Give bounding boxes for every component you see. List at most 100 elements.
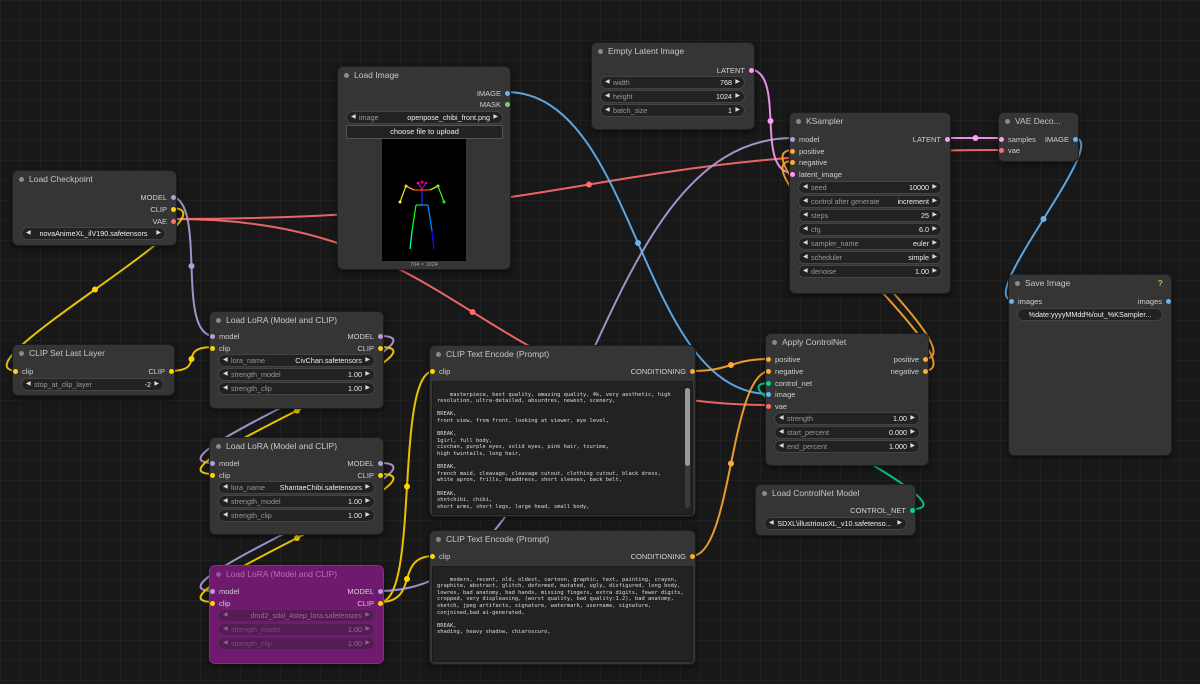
collapse-dot-icon[interactable] <box>19 177 24 182</box>
arrow-right-icon[interactable]: ▶ <box>910 441 915 452</box>
choose-file-button[interactable]: choose file to upload <box>346 125 503 139</box>
model-input[interactable]: model <box>210 458 239 469</box>
arrow-left-icon[interactable]: ◀ <box>803 238 808 249</box>
latent-pin-icon[interactable] <box>749 68 754 73</box>
arrow-left-icon[interactable]: ◀ <box>223 496 228 507</box>
load-controlnet-model-node[interactable]: Load ControlNet Model CONTROL_NET ◀ SDXL\… <box>755 484 916 536</box>
arrow-left-icon[interactable]: ◀ <box>223 355 228 366</box>
cfg-number[interactable]: ◀ cfg 6.0 ▶ <box>798 223 942 236</box>
clip-pin-icon[interactable] <box>169 369 174 374</box>
clip-input[interactable]: clip <box>210 343 230 354</box>
mask-output[interactable]: MASK <box>480 99 510 110</box>
arrow-right-icon[interactable]: ▶ <box>735 91 740 102</box>
ksampler-node[interactable]: KSampler model LATENT positive negative … <box>789 112 951 294</box>
node-title[interactable]: Load ControlNet Model <box>756 485 915 502</box>
arrow-left-icon[interactable]: ◀ <box>803 266 808 277</box>
model-output[interactable]: MODEL <box>140 192 176 203</box>
arrow-right-icon[interactable]: ▶ <box>365 610 370 621</box>
model-output[interactable]: MODEL <box>347 331 383 342</box>
stop-at-clip-layer-number[interactable]: ◀ stop_at_clip_layer -2 ▶ <box>21 378 164 391</box>
node-title[interactable]: CLIP Set Last Layer <box>13 345 174 362</box>
clip-input[interactable]: clip <box>13 366 33 377</box>
clip-pin-icon[interactable] <box>378 473 383 478</box>
scrollbar[interactable] <box>685 388 690 508</box>
arrow-left-icon[interactable]: ◀ <box>769 518 774 529</box>
model-output[interactable]: MODEL <box>347 458 383 469</box>
arrow-right-icon[interactable]: ▶ <box>735 77 740 88</box>
control-after-generate-combo[interactable]: ◀ control after generate increment ▶ <box>798 195 942 208</box>
image-pin-icon[interactable] <box>1166 299 1171 304</box>
denoise-number[interactable]: ◀ denoise 1.00 ▶ <box>798 265 942 278</box>
clip-pin-icon[interactable] <box>210 346 215 351</box>
link-midpoint-icon[interactable] <box>728 460 734 467</box>
seed-number[interactable]: ◀ seed 10000 ▶ <box>798 181 942 194</box>
collapse-dot-icon[interactable] <box>216 572 221 577</box>
batch-size-number[interactable]: ◀ batch_size 1 ▶ <box>600 104 745 117</box>
height-number[interactable]: ◀ height 1024 ▶ <box>600 90 745 103</box>
arrow-right-icon[interactable]: ▶ <box>365 369 370 380</box>
image-pin-icon[interactable] <box>766 392 771 397</box>
arrow-left-icon[interactable]: ◀ <box>779 441 784 452</box>
arrow-right-icon[interactable]: ▶ <box>932 210 937 221</box>
steps-number[interactable]: ◀ steps 25 ▶ <box>798 209 942 222</box>
clip-pin-icon[interactable] <box>430 369 435 374</box>
model-input[interactable]: model <box>790 134 819 145</box>
collapse-dot-icon[interactable] <box>796 119 801 124</box>
load-lora-node-3-bypassed[interactable]: Load LoRA (Model and CLIP) model MODEL c… <box>209 565 384 664</box>
arrow-left-icon[interactable]: ◀ <box>803 182 808 193</box>
strength-model-number[interactable]: ◀ strength_model 1.00 ▶ <box>218 623 375 636</box>
node-title[interactable]: Apply ControlNet <box>766 334 928 351</box>
width-number[interactable]: ◀ width 768 ▶ <box>600 76 745 89</box>
arrow-left-icon[interactable]: ◀ <box>351 112 356 123</box>
load-image-node[interactable]: Load Image IMAGE MASK ◀ image openpose_chi… <box>337 66 511 270</box>
image-input[interactable]: image <box>766 389 795 400</box>
clip-link-wire[interactable] <box>379 555 435 603</box>
model-pin-icon[interactable] <box>210 334 215 339</box>
clip-output[interactable]: CLIP <box>357 343 383 354</box>
link-midpoint-icon[interactable] <box>767 118 774 124</box>
prompt-textarea[interactable]: masterpiece, best quality, amazing quali… <box>432 381 693 515</box>
positive-output[interactable]: positive <box>894 354 928 365</box>
lora-name-combo[interactable]: ◀ lora_name ShantaeChibi.safetensors ▶ <box>218 481 375 494</box>
model-pin-icon[interactable] <box>210 589 215 594</box>
vae-pin-icon[interactable] <box>999 148 1004 153</box>
latent-pin-icon[interactable] <box>945 137 950 142</box>
collapse-dot-icon[interactable] <box>598 49 603 54</box>
mask-pin-icon[interactable] <box>505 102 510 107</box>
image-file-combo[interactable]: ◀ image openpose_chibi_front.png ▶ <box>346 111 503 124</box>
strength-clip-number[interactable]: ◀ strength_clip 1.00 ▶ <box>218 509 375 522</box>
arrow-left-icon[interactable]: ◀ <box>223 383 228 394</box>
vae-input[interactable]: vae <box>999 145 1020 156</box>
conditioning-pin-icon[interactable] <box>690 369 695 374</box>
arrow-right-icon[interactable]: ▶ <box>365 624 370 635</box>
arrow-right-icon[interactable]: ▶ <box>365 355 370 366</box>
clip-pin-icon[interactable] <box>13 369 18 374</box>
filename-prefix-text[interactable]: %date:yyyyMMdd%/out_%KSampler... <box>1017 308 1163 321</box>
collapse-dot-icon[interactable] <box>19 351 24 356</box>
arrow-left-icon[interactable]: ◀ <box>803 224 808 235</box>
clip-text-encode-positive-node[interactable]: CLIP Text Encode (Prompt) clip CONDITION… <box>429 345 696 517</box>
scrollbar-thumb[interactable] <box>685 388 690 466</box>
model-pin-icon[interactable] <box>171 195 176 200</box>
control-net-pin-icon[interactable] <box>910 508 915 513</box>
strength-model-number[interactable]: ◀ strength_model 1.00 ▶ <box>218 368 375 381</box>
clip-pin-icon[interactable] <box>210 473 215 478</box>
clip-output[interactable]: CLIP <box>150 204 176 215</box>
model-pin-icon[interactable] <box>378 334 383 339</box>
arrow-left-icon[interactable]: ◀ <box>223 510 228 521</box>
sampler-name-combo[interactable]: ◀ sampler_name euler ▶ <box>798 237 942 250</box>
conditioning-pin-icon[interactable] <box>766 357 771 362</box>
node-title[interactable]: Load LoRA (Model and CLIP) <box>210 312 383 329</box>
clip-input[interactable]: clip <box>210 598 230 609</box>
images-output[interactable]: images <box>1138 296 1171 307</box>
node-title[interactable]: Load Image <box>338 67 510 84</box>
positive-input[interactable]: positive <box>766 354 800 365</box>
end-percent-number[interactable]: ◀ end_percent 1.000 ▶ <box>774 440 920 453</box>
link-midpoint-icon[interactable] <box>404 483 410 490</box>
conditioning-pin-icon[interactable] <box>923 357 928 362</box>
strength-number[interactable]: ◀ strength 1.00 ▶ <box>774 412 920 425</box>
arrow-right-icon[interactable]: ▶ <box>365 638 370 649</box>
clip-output[interactable]: CLIP <box>357 470 383 481</box>
lora-name-combo[interactable]: ◀ dmd2_sdxl_4step_lora.safetensors ▶ <box>218 609 375 622</box>
arrow-right-icon[interactable]: ▶ <box>493 112 498 123</box>
